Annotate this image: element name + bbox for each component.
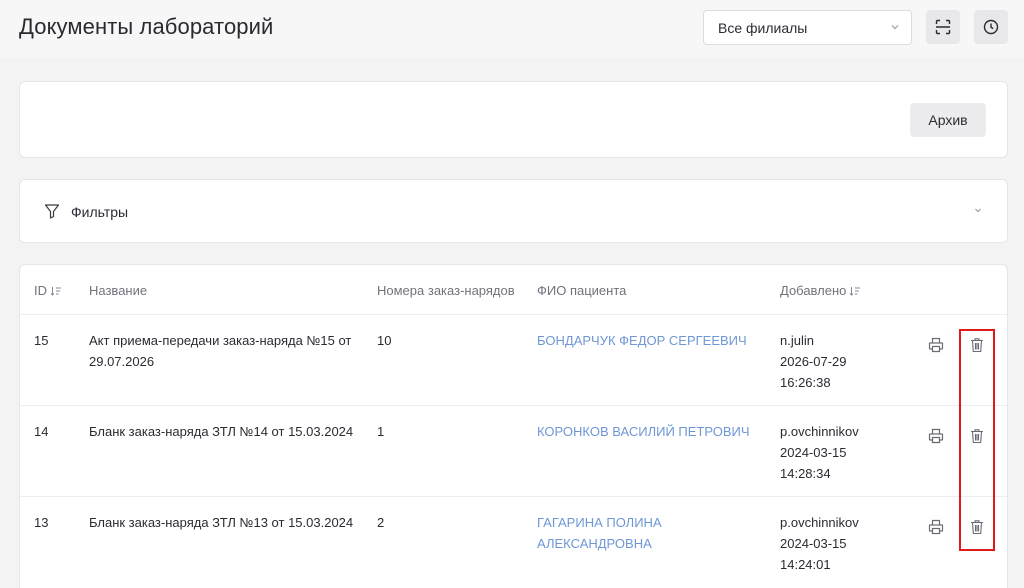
- table-row: 13 Бланк заказ-наряда ЗТЛ №13 от 15.03.2…: [20, 496, 1007, 587]
- archive-button[interactable]: Архив: [910, 103, 986, 137]
- column-header-id-label: ID: [34, 283, 47, 298]
- print-icon[interactable]: [928, 428, 944, 444]
- row-user: p.ovchinnikov: [780, 424, 859, 439]
- row-name-line: Бланк заказ-наряда ЗТЛ №13 от 15.03.2024: [89, 515, 354, 530]
- actions-card: Архив: [19, 81, 1008, 158]
- chevron-down-icon: [891, 25, 899, 30]
- patient-link[interactable]: КОРОНКОВ ВАСИЛИЙ ПЕТРОВИЧ: [537, 421, 750, 442]
- branch-select[interactable]: Все филиалы: [703, 10, 912, 45]
- sort-icon: [50, 286, 61, 296]
- sort-icon: [850, 286, 861, 296]
- patient-name-line: АЛЕКСАНДРОВНА: [537, 536, 652, 551]
- column-header-orders: Номера заказ-нарядов: [377, 283, 515, 298]
- row-added: n.julin 2026-07-29 16:26:38: [780, 330, 847, 393]
- patient-name-line: БОНДАРЧУК ФЕДОР СЕРГЕЕВИЧ: [537, 333, 747, 348]
- documents-table: ID Название Номера заказ-нарядов ФИО пац…: [19, 264, 1008, 588]
- row-added: p.ovchinnikov 2024-03-15 14:24:01: [780, 512, 859, 575]
- delete-column-highlight: [959, 329, 995, 551]
- row-id: 14: [34, 424, 49, 439]
- branch-select-value: Все филиалы: [718, 19, 808, 36]
- row-user: p.ovchinnikov: [780, 515, 859, 530]
- column-header-id[interactable]: ID: [34, 283, 62, 298]
- row-added: p.ovchinnikov 2024-03-15 14:28:34: [780, 421, 859, 484]
- row-date: 2024-03-15: [780, 536, 847, 551]
- row-orders: 1: [377, 424, 385, 439]
- patient-name-line: КОРОНКОВ ВАСИЛИЙ ПЕТРОВИЧ: [537, 424, 750, 439]
- row-name: Бланк заказ-наряда ЗТЛ №13 от 15.03.2024: [89, 512, 353, 533]
- chevron-down-icon: [975, 208, 981, 213]
- row-date: 2024-03-15: [780, 445, 847, 460]
- patient-link[interactable]: БОНДАРЧУК ФЕДОР СЕРГЕЕВИЧ: [537, 330, 747, 351]
- row-name-line: 29.07.2026: [89, 354, 155, 369]
- column-header-patient: ФИО пациента: [537, 283, 627, 298]
- row-time: 14:24:01: [780, 557, 831, 572]
- row-orders: 2: [377, 515, 385, 530]
- row-name: Бланк заказ-наряда ЗТЛ №14 от 15.03.2024: [89, 421, 353, 442]
- row-user: n.julin: [780, 333, 814, 348]
- filters-card: Фильтры: [19, 179, 1008, 243]
- column-header-added[interactable]: Добавлено: [780, 283, 861, 298]
- row-name-line: Акт приема-передачи заказ-наряда №15 от: [89, 333, 352, 348]
- row-orders: 10: [377, 333, 392, 348]
- table-row: 14 Бланк заказ-наряда ЗТЛ №14 от 15.03.2…: [20, 405, 1007, 496]
- column-header-added-label: Добавлено: [780, 283, 847, 298]
- history-button[interactable]: [974, 10, 1008, 44]
- clock-icon: [983, 19, 999, 35]
- row-name: Акт приема-передачи заказ-наряда №15 от …: [89, 330, 351, 372]
- row-date: 2026-07-29: [780, 354, 847, 369]
- table-row: 15 Акт приема-передачи заказ-наряда №15 …: [20, 314, 1007, 405]
- row-id: 15: [34, 333, 49, 348]
- print-icon[interactable]: [928, 337, 944, 353]
- filters-toggle[interactable]: Фильтры: [20, 180, 1007, 242]
- funnel-icon: [44, 204, 60, 219]
- top-bar: Документы лабораторий Все филиалы: [0, 0, 1024, 58]
- scan-button[interactable]: [926, 10, 960, 44]
- filters-label: Фильтры: [71, 204, 129, 220]
- row-time: 16:26:38: [780, 375, 831, 390]
- page-title: Документы лабораторий: [19, 14, 274, 39]
- patient-name-line: ГАГАРИНА ПОЛИНА: [537, 515, 662, 530]
- print-icon[interactable]: [928, 519, 944, 535]
- column-header-name: Название: [89, 283, 148, 298]
- patient-link[interactable]: ГАГАРИНА ПОЛИНА АЛЕКСАНДРОВНА: [537, 512, 662, 554]
- row-id: 13: [34, 515, 49, 530]
- row-name-line: Бланк заказ-наряда ЗТЛ №14 от 15.03.2024: [89, 424, 354, 439]
- row-time: 14:28:34: [780, 466, 831, 481]
- scan-icon: [935, 19, 951, 35]
